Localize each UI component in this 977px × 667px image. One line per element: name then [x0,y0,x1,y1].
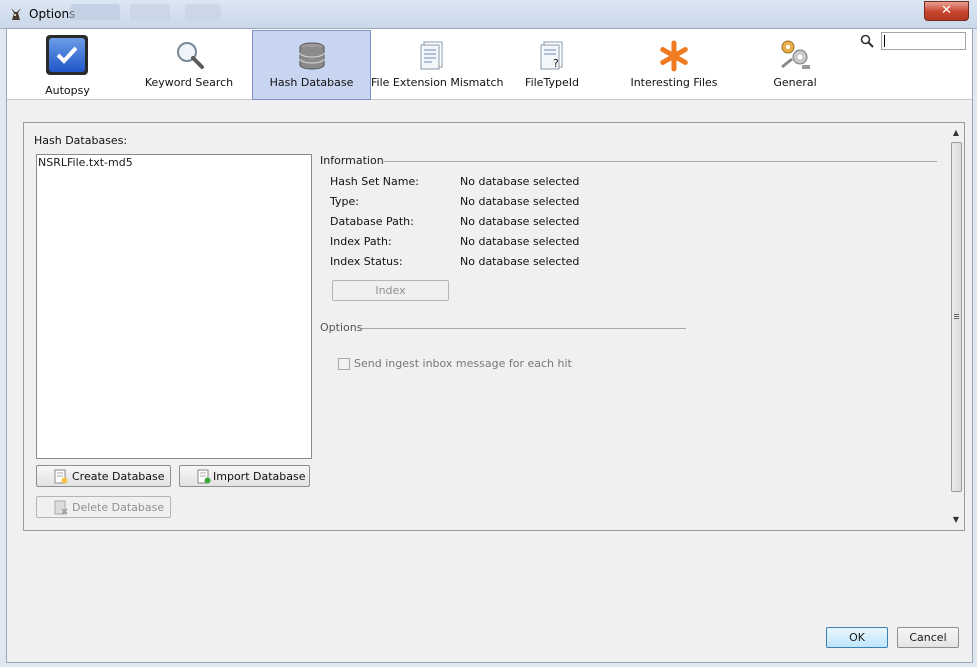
delete-database-label: Delete Database [72,501,165,514]
database-icon [299,42,325,70]
information-divider [382,161,937,162]
index-button[interactable]: Index [332,280,449,301]
cancel-button[interactable]: Cancel [897,627,959,648]
database-path-value: No database selected [460,215,580,228]
tab-label: General [773,76,817,89]
delete-database-button[interactable]: Delete Database [36,496,171,518]
import-database-label: Import Database [213,470,306,483]
autopsy-check-icon [46,35,88,75]
hash-set-name-value: No database selected [460,175,580,188]
tab-label: Keyword Search [144,76,234,89]
options-divider [362,328,686,329]
grip-line [954,318,959,319]
tab-label: File Extension Mismatch [371,76,504,89]
tab-label: Autopsy [45,84,90,97]
tab-keyword-search[interactable]: Keyword Search [135,30,243,98]
import-database-button[interactable]: Import Database [179,465,310,487]
gears-icon [781,40,810,69]
svg-text:?: ? [553,57,559,70]
create-database-label: Create Database [72,470,165,483]
background-tab-blur [185,4,221,20]
ok-button[interactable]: OK [826,627,888,648]
file-list-icon [420,41,443,70]
hash-set-name-label: Hash Set Name: [330,175,419,188]
panel-vertical-scrollbar[interactable]: ▲ ▼ [949,125,963,528]
window-close-button[interactable]: ✕ [924,1,969,21]
autopsy-dog-icon [11,8,21,20]
search-icon [860,34,874,48]
grip-line [954,316,959,317]
list-item[interactable]: NSRLFile.txt-md5 [38,156,133,169]
hash-databases-label: Hash Databases: [34,134,128,147]
information-section-title: Information [320,154,384,167]
create-database-button[interactable]: Create Database [36,465,171,487]
text-caret [884,35,885,47]
hash-database-panel: Hash Databases: NSRLFile.txt-md5 Create … [23,122,965,531]
index-path-value: No database selected [460,235,580,248]
delete-database-icon [54,500,68,515]
asterisk-icon [660,40,688,72]
scroll-up-arrow-icon[interactable]: ▲ [951,128,961,138]
options-category-toolbar: Autopsy Keyword Search Hash Database Fil… [7,29,972,100]
scroll-thumb[interactable] [951,142,962,492]
background-tab-blur [130,4,170,20]
tab-autopsy[interactable]: Autopsy [27,30,108,98]
database-path-label: Database Path: [330,215,414,228]
tab-label: Interesting Files [630,76,718,89]
index-status-label: Index Status: [330,255,403,268]
magnifier-icon [177,42,204,69]
send-ingest-message-checkbox[interactable] [338,358,350,370]
tab-filetypeid[interactable]: ? FileTypeId [512,30,592,98]
tab-file-extension-mismatch[interactable]: File Extension Mismatch [371,30,504,98]
grip-line [954,314,959,315]
tab-general[interactable]: General [763,30,827,98]
type-value: No database selected [460,195,580,208]
window-title: Options [29,7,76,21]
file-question-icon: ? [540,41,563,70]
background-tab-blur [70,4,120,20]
import-database-icon [197,469,211,484]
options-section-title: Options [320,321,363,334]
search-input[interactable] [881,32,966,50]
index-status-value: No database selected [460,255,580,268]
scroll-down-arrow-icon[interactable]: ▼ [951,515,961,525]
tab-interesting-files[interactable]: Interesting Files [627,30,721,98]
index-path-label: Index Path: [330,235,392,248]
send-ingest-message-label: Send ingest inbox message for each hit [354,357,572,370]
tab-label: FileTypeId [525,76,579,89]
type-label: Type: [330,195,359,208]
title-bar[interactable]: Options ✕ [0,0,977,29]
new-database-icon [54,469,68,484]
options-dialog-body: Autopsy Keyword Search Hash Database Fil… [6,28,973,663]
hash-database-list[interactable]: NSRLFile.txt-md5 [36,154,312,459]
tab-hash-database[interactable]: Hash Database [252,30,371,100]
tab-label: Hash Database [269,76,354,89]
